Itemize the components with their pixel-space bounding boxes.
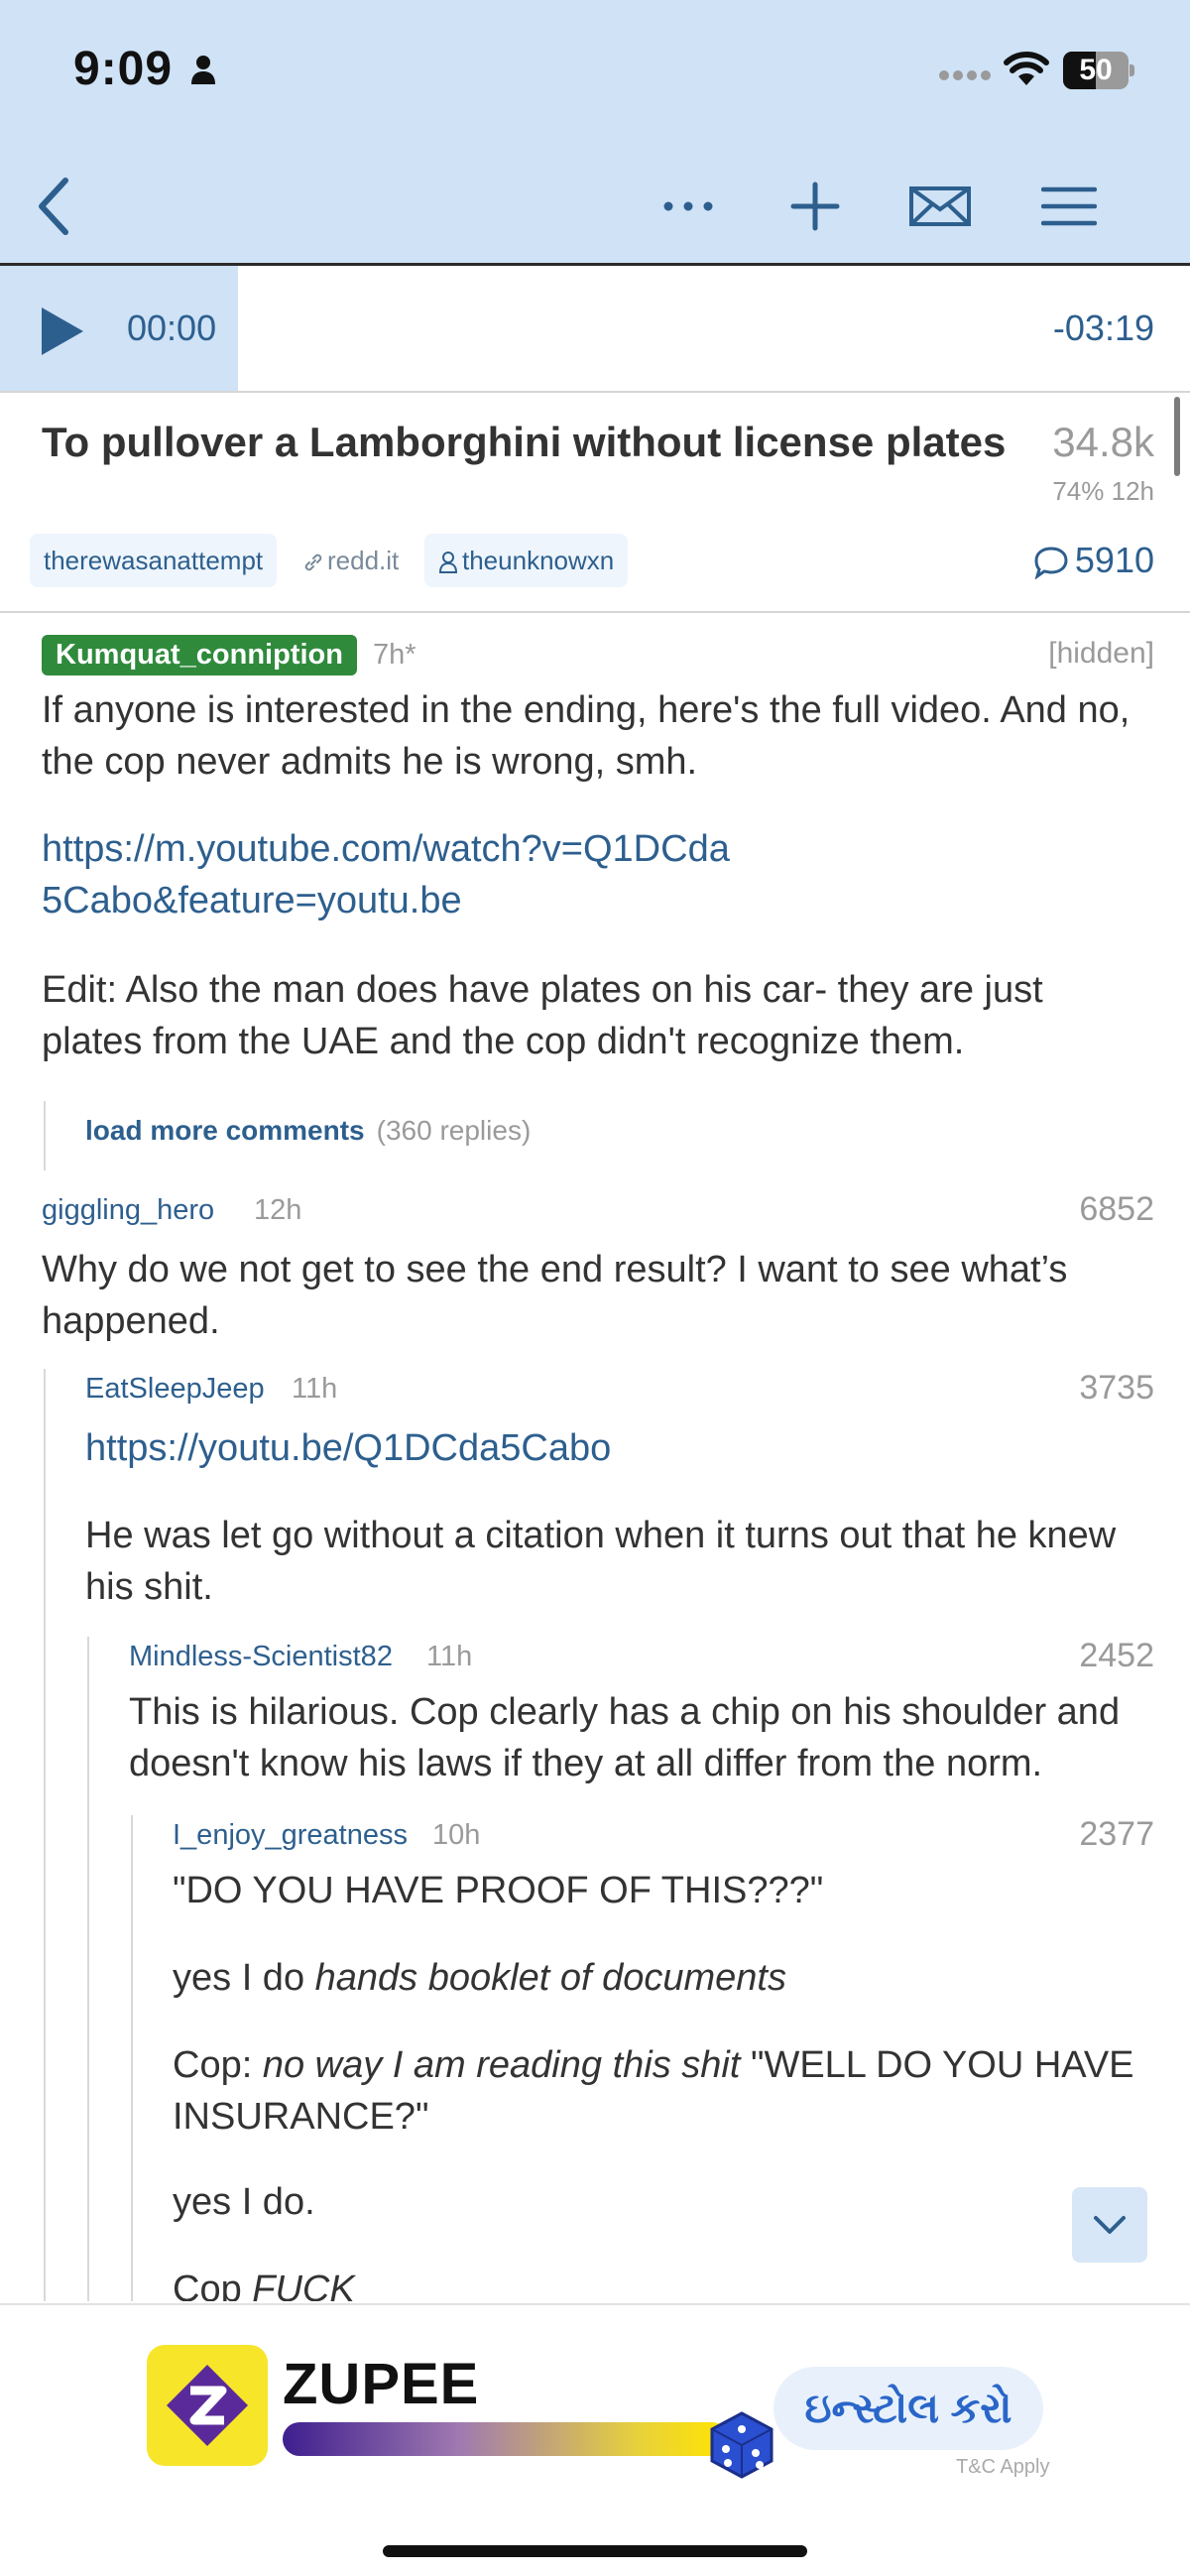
comment-bubble-icon — [1034, 547, 1068, 581]
comment-text: Cop FUCK — [173, 2269, 355, 2301]
thread-line — [44, 1101, 46, 1170]
comment-text: Edit: Also the man does have plates on h… — [42, 969, 1043, 1062]
comment-status: [hidden] — [1048, 637, 1154, 670]
post-title[interactable]: To pullover a Lamborghini without licens… — [42, 419, 1023, 466]
comment-author[interactable]: Mindless-Scientist82 — [129, 1641, 393, 1673]
plus-icon — [790, 182, 840, 231]
comment-text: Why do we not get to see the end result?… — [42, 1249, 1068, 1342]
comment-text: "DO YOU HAVE PROOF OF THIS???" — [173, 1870, 824, 1911]
person-icon — [191, 56, 215, 84]
status-bar: 9:09 50 — [0, 0, 1190, 144]
comment-list: Kumquat_conniption 7h* [hidden] If anyon… — [0, 615, 1190, 2301]
comment-link[interactable]: https://youtu.be/Q1DCda5Cabo — [85, 1422, 978, 1474]
comment-age: 7h* — [373, 639, 416, 671]
signal-dots-icon — [939, 70, 991, 80]
player-current-time: 00:00 — [127, 307, 217, 348]
comment-author[interactable]: Kumquat_conniption — [42, 635, 357, 675]
top-bar: 9:09 50 — [0, 0, 1190, 266]
author-label: theunknowxn — [462, 546, 615, 575]
back-chevron-icon — [39, 178, 68, 235]
comment-text: He was let go without a citation when it… — [85, 1515, 1117, 1608]
domain-tag[interactable]: redd.it — [298, 534, 405, 587]
comment-age: 11h — [426, 1641, 473, 1672]
comment-author[interactable]: EatSleepJeep — [85, 1373, 265, 1406]
comment-age: 10h — [432, 1819, 481, 1851]
comment-text: yes I do. — [173, 2181, 315, 2223]
chevron-down-icon — [1094, 2216, 1126, 2234]
post-meta: 74% 12h — [1052, 476, 1154, 506]
menu-button[interactable] — [1031, 169, 1107, 244]
messages-button[interactable] — [902, 169, 978, 244]
subreddit-tag[interactable]: therewasanattempt — [30, 534, 278, 587]
player-remaining-time: -03:19 — [1052, 307, 1154, 348]
battery-icon: 50 — [1063, 52, 1134, 89]
install-button[interactable]: ઇન્સ્ટોલ કરો — [774, 2367, 1043, 2450]
envelope-icon — [909, 186, 971, 226]
home-indicator[interactable] — [383, 2545, 807, 2557]
comment-count-button[interactable]: 5910 — [1033, 534, 1154, 587]
add-button[interactable] — [777, 169, 853, 244]
status-time: 9:09 — [73, 43, 174, 95]
comment-author[interactable]: giggling_hero — [42, 1194, 214, 1227]
wifi-icon — [1004, 52, 1049, 85]
comment-score: 3735 — [1079, 1369, 1154, 1407]
nav-bar — [0, 144, 1190, 266]
ad-banner[interactable]: ZUPEE ઇન્સ્ટોલ કરો T&C Apply — [0, 2303, 1190, 2576]
dice-icon — [710, 2411, 774, 2479]
zupee-logo[interactable] — [147, 2345, 268, 2466]
comment-text: If anyone is interested in the ending, h… — [42, 689, 1130, 783]
ad-terms[interactable]: T&C Apply — [956, 2456, 1049, 2479]
thread-line — [44, 1369, 46, 2301]
load-more-label: load more comments — [85, 1115, 365, 1146]
comment-count: 5910 — [1074, 540, 1154, 580]
hamburger-menu-icon — [1041, 186, 1097, 226]
back-button[interactable] — [16, 169, 91, 244]
comment-text: Cop: no way I am reading this shit "WELL… — [173, 2044, 1134, 2138]
link-icon — [304, 553, 322, 571]
comment-score: 2377 — [1079, 1815, 1154, 1853]
comment-score: 6852 — [1079, 1190, 1154, 1228]
battery-level: 50 — [1079, 54, 1113, 86]
comment-age: 11h — [292, 1373, 338, 1405]
thread-line — [131, 1815, 133, 2301]
comment-link[interactable]: https://m.youtube.com/watch?v=Q1DCda5Cab… — [42, 823, 736, 926]
zupee-logo-icon — [167, 2365, 248, 2446]
media-player[interactable]: 00:00 -03:19 — [0, 266, 1190, 393]
comment-score: 2452 — [1079, 1637, 1154, 1674]
scrollbar[interactable] — [1174, 397, 1180, 476]
thread-line — [87, 1637, 89, 2301]
author-tag[interactable]: theunknowxn — [424, 534, 629, 587]
user-icon — [438, 552, 458, 574]
comment-text: This is hilarious. Cop clearly has a chi… — [129, 1691, 1121, 1784]
load-more-button[interactable]: load more comments (360 replies) — [85, 1115, 531, 1147]
post-score: 34.8k — [1052, 419, 1154, 465]
domain-label: redd.it — [327, 546, 400, 575]
comment-text: yes I do hands booklet of documents — [173, 1957, 786, 1999]
more-dots-icon — [663, 201, 713, 211]
post-header: To pullover a Lamborghini without licens… — [0, 395, 1190, 613]
comment-author[interactable]: I_enjoy_greatness — [173, 1819, 408, 1852]
scroll-down-button[interactable] — [1072, 2187, 1147, 2263]
ad-brand: ZUPEE — [283, 2352, 480, 2416]
more-button[interactable] — [651, 169, 726, 244]
ad-progress-bar — [283, 2422, 729, 2456]
comment-age: 12h — [254, 1194, 302, 1226]
play-icon[interactable] — [40, 306, 85, 357]
load-more-count: (360 replies) — [376, 1115, 532, 1146]
